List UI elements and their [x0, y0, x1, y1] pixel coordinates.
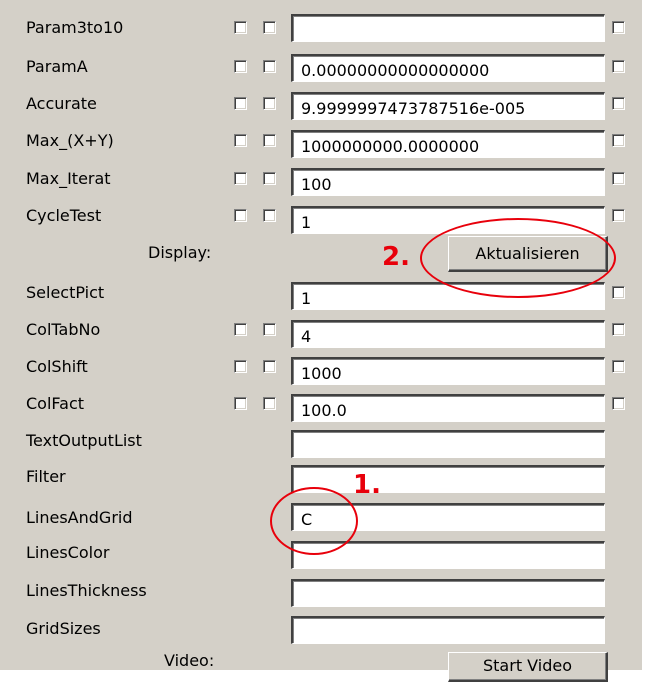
start-video-button[interactable]: Start Video — [448, 652, 608, 682]
param-label: TextOutputList — [26, 431, 142, 450]
param-value-field[interactable] — [291, 616, 605, 644]
param-checkbox-1[interactable] — [234, 209, 247, 222]
param-checkbox-right[interactable] — [612, 209, 625, 222]
param-checkbox-1[interactable] — [234, 60, 247, 73]
param-label: CycleTest — [26, 206, 102, 225]
param-checkbox-2[interactable] — [263, 60, 276, 73]
display-section-label: Display: — [148, 243, 212, 262]
param-value-field[interactable]: 9.9999997473787516e-005 — [291, 92, 605, 120]
param-value-field[interactable] — [291, 14, 605, 42]
param-label: LinesThickness — [26, 581, 147, 600]
param-checkbox-1[interactable] — [234, 21, 247, 34]
param-checkbox-1[interactable] — [234, 323, 247, 336]
param-checkbox-1[interactable] — [234, 134, 247, 147]
param-checkbox-2[interactable] — [263, 21, 276, 34]
param-checkbox-right[interactable] — [612, 21, 625, 34]
annotation-step-1: 1. — [353, 470, 381, 500]
param-label: Filter — [26, 467, 66, 486]
param-label: ParamA — [26, 57, 88, 76]
param-checkbox-right[interactable] — [612, 397, 625, 410]
param-label: Accurate — [26, 94, 97, 113]
param-checkbox-2[interactable] — [263, 172, 276, 185]
param-label: LinesAndGrid — [26, 508, 133, 527]
param-label: ColFact — [26, 394, 85, 413]
param-checkbox-right[interactable] — [612, 286, 625, 299]
param-label: SelectPict — [26, 283, 105, 302]
param-checkbox-right[interactable] — [612, 172, 625, 185]
param-checkbox-2[interactable] — [263, 397, 276, 410]
annotation-circle-aktualisieren — [420, 218, 616, 298]
param-value-field[interactable]: 100.0 — [291, 394, 605, 422]
param-value-field[interactable] — [291, 430, 605, 458]
param-label: GridSizes — [26, 619, 101, 638]
param-checkbox-right[interactable] — [612, 360, 625, 373]
param-label: ColTabNo — [26, 320, 101, 339]
param-label: Max_Iterat — [26, 169, 111, 188]
param-checkbox-1[interactable] — [234, 97, 247, 110]
param-checkbox-1[interactable] — [234, 172, 247, 185]
param-checkbox-2[interactable] — [263, 360, 276, 373]
param-value-field[interactable]: 1000000000.0000000 — [291, 130, 605, 158]
param-label: Param3to10 — [26, 18, 124, 37]
param-label: ColShift — [26, 357, 88, 376]
video-section-label: Video: — [164, 651, 215, 670]
param-label: LinesColor — [26, 543, 110, 562]
param-checkbox-1[interactable] — [234, 397, 247, 410]
param-value-field[interactable] — [291, 465, 605, 493]
param-checkbox-right[interactable] — [612, 323, 625, 336]
param-checkbox-right[interactable] — [612, 60, 625, 73]
param-value-field[interactable]: 0.00000000000000000 — [291, 54, 605, 82]
param-value-field[interactable]: 4 — [291, 320, 605, 348]
param-label: Max_(X+Y) — [26, 131, 114, 150]
annotation-step-2: 2. — [382, 242, 410, 272]
param-checkbox-2[interactable] — [263, 209, 276, 222]
parameter-panel: Param3to10 ParamA 0.00000000000000000 Ac… — [0, 0, 642, 682]
param-checkbox-right[interactable] — [612, 134, 625, 147]
param-value-field[interactable]: 1000 — [291, 357, 605, 385]
param-checkbox-right[interactable] — [612, 97, 625, 110]
param-value-field[interactable] — [291, 579, 605, 607]
param-value-field[interactable]: 100 — [291, 168, 605, 196]
annotation-circle-lines-and-grid — [270, 487, 358, 555]
param-checkbox-2[interactable] — [263, 134, 276, 147]
param-checkbox-2[interactable] — [263, 97, 276, 110]
param-checkbox-1[interactable] — [234, 360, 247, 373]
param-checkbox-2[interactable] — [263, 323, 276, 336]
